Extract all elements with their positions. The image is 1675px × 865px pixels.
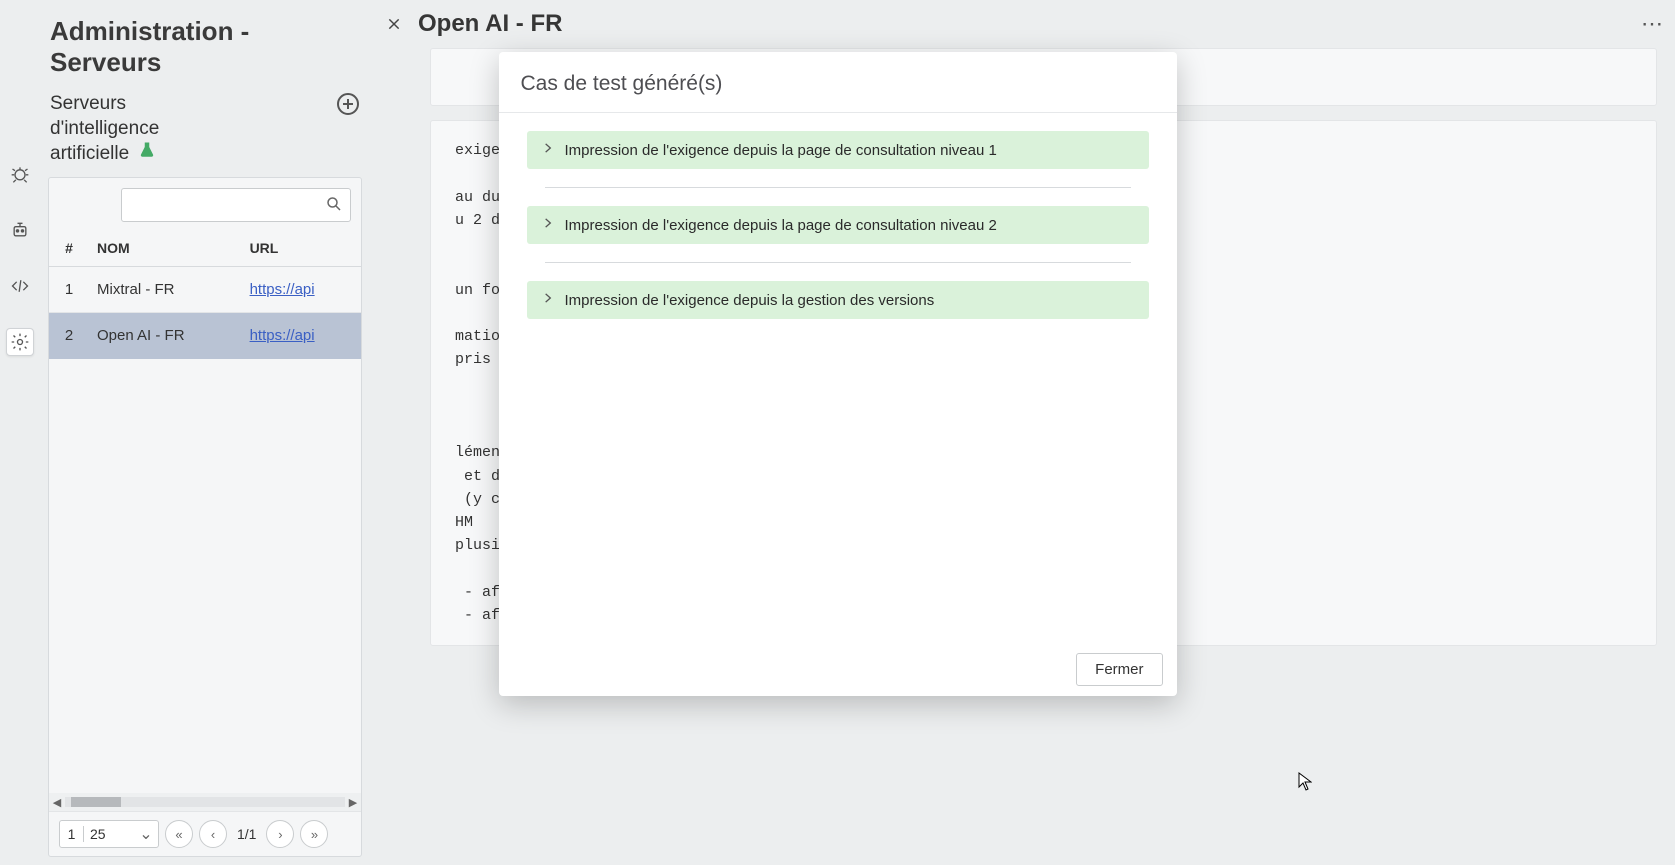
left-panel: Administration - Serveurs Serveurs d'int…	[40, 0, 370, 865]
server-table: # NOM URL 1 Mixtral - FR https://api 2 O…	[49, 230, 361, 359]
url-link[interactable]: https://api	[250, 327, 315, 344]
next-page-button[interactable]: ›	[266, 820, 294, 848]
scroll-thumb[interactable]	[71, 797, 121, 807]
close-dialog-button[interactable]: Fermer	[1076, 653, 1162, 686]
search-input[interactable]	[121, 188, 351, 222]
search-icon[interactable]	[325, 195, 343, 218]
table-row[interactable]: 2 Open AI - FR https://api	[49, 313, 361, 359]
separator	[545, 262, 1131, 263]
url-link[interactable]: https://api	[250, 281, 315, 298]
gear-icon[interactable]	[6, 328, 34, 356]
last-page-button[interactable]: »	[300, 820, 328, 848]
page-title: Administration - Serveurs	[48, 10, 362, 92]
table-row[interactable]: 1 Mixtral - FR https://api	[49, 267, 361, 313]
scroll-left-icon[interactable]: ◀	[49, 796, 65, 809]
horizontal-scrollbar[interactable]: ◀ ▶	[49, 793, 361, 811]
page-size-select[interactable]: 1 25 ⌄	[59, 820, 159, 848]
prev-page-button[interactable]: ‹	[199, 820, 227, 848]
code-icon[interactable]	[6, 272, 34, 300]
first-page-button[interactable]: «	[165, 820, 193, 848]
server-list-card: # NOM URL 1 Mixtral - FR https://api 2 O…	[48, 177, 362, 857]
generated-test-cases-dialog: Cas de test généré(s) Impression de l'ex…	[499, 52, 1177, 696]
section-title: Serveurs d'intelligence artificielle	[50, 92, 230, 167]
page-info: 1/1	[237, 826, 256, 842]
separator	[545, 187, 1131, 188]
pager: 1 25 ⌄ « ‹ 1/1 › »	[49, 811, 361, 856]
chevron-right-icon	[541, 291, 555, 309]
chevron-down-icon: ⌄	[134, 824, 158, 844]
scroll-right-icon[interactable]: ▶	[345, 796, 361, 809]
col-nom[interactable]: NOM	[89, 230, 242, 267]
chevron-right-icon	[541, 141, 555, 159]
more-menu-button[interactable]: ⋯	[1641, 11, 1665, 37]
tab-title: Open AI - FR	[418, 10, 562, 38]
bug-icon[interactable]	[6, 160, 34, 188]
nav-rail	[0, 0, 40, 865]
dialog-title: Cas de test généré(s)	[499, 52, 1177, 113]
close-tab-button[interactable]	[380, 10, 408, 38]
robot-icon[interactable]	[6, 216, 34, 244]
add-button[interactable]	[336, 92, 360, 121]
beaker-icon	[138, 141, 156, 167]
test-case-item[interactable]: Impression de l'exigence depuis la page …	[527, 131, 1149, 169]
test-case-item[interactable]: Impression de l'exigence depuis la gesti…	[527, 281, 1149, 319]
chevron-right-icon	[541, 216, 555, 234]
tab-bar: Open AI - FR ⋯	[370, 0, 1675, 48]
col-num[interactable]: #	[49, 230, 89, 267]
col-url[interactable]: URL	[242, 230, 361, 267]
test-case-item[interactable]: Impression de l'exigence depuis la page …	[527, 206, 1149, 244]
